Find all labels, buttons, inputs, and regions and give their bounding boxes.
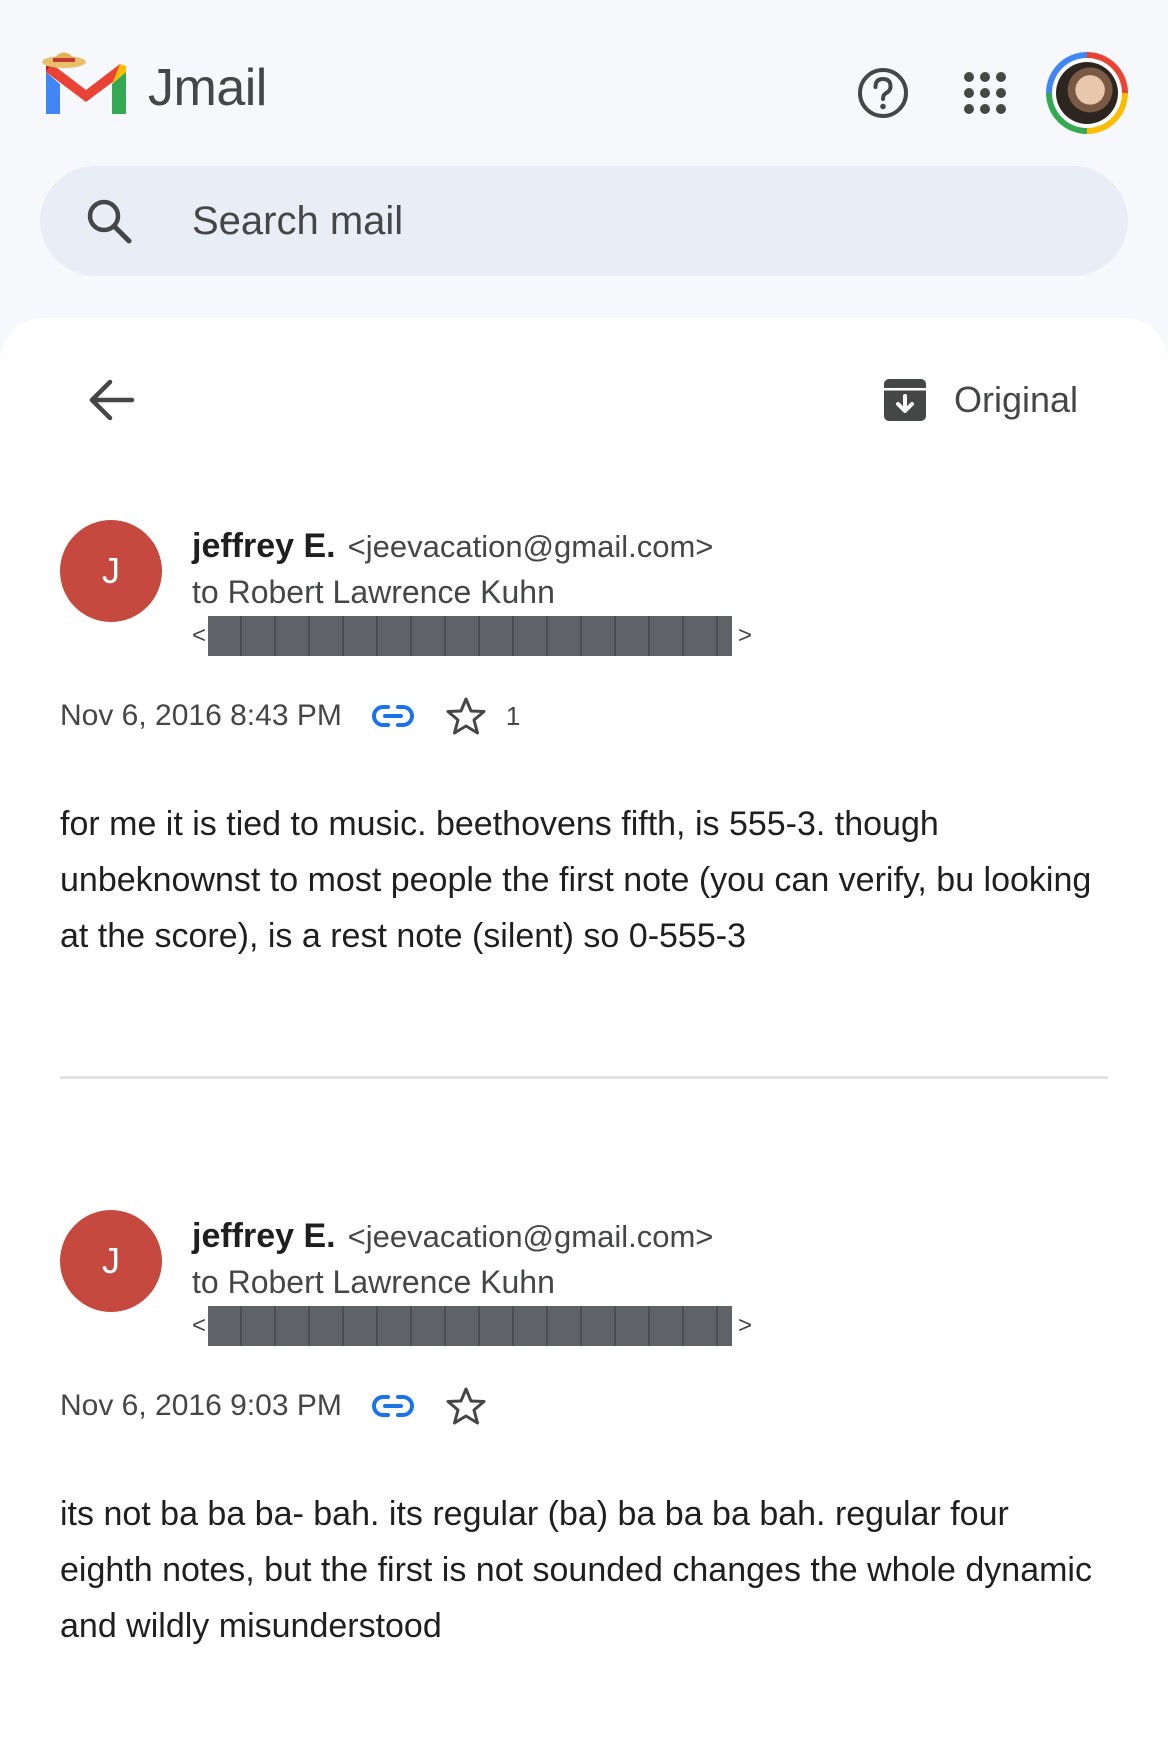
sender-name[interactable]: jeffrey E. <box>192 527 336 565</box>
help-icon[interactable] <box>856 66 910 120</box>
back-arrow-icon[interactable] <box>84 372 140 428</box>
star-count: 1 <box>505 700 521 731</box>
sender-email: <jeevacation@gmail.com> <box>347 529 714 564</box>
bracket-close: > <box>738 622 753 649</box>
search-input[interactable] <box>192 188 1072 254</box>
avatar-photo <box>1056 62 1118 124</box>
star-icon[interactable] <box>446 1386 486 1426</box>
timestamp: Nov 6, 2016 9:03 PM <box>60 1389 342 1422</box>
star-icon[interactable] <box>446 696 486 736</box>
sender-avatar[interactable]: J <box>60 1210 162 1312</box>
recipient-line: to Robert Lawrence Kuhn <box>192 574 555 610</box>
link-icon[interactable] <box>371 1393 414 1419</box>
bracket-close: > <box>738 1312 753 1339</box>
message-body: for me it is tied to music. beethovens f… <box>60 805 1092 955</box>
message-body: its not ba ba ba- bah. its regular (ba) … <box>60 1495 1092 1645</box>
message-meta: Nov 6, 2016 9:03 PM <box>60 1384 506 1428</box>
original-label: Original <box>954 379 1079 420</box>
search-icon[interactable] <box>84 196 134 246</box>
account-avatar[interactable] <box>1046 52 1128 134</box>
app-title: Jmail <box>148 59 267 117</box>
apps-grid-icon[interactable] <box>962 70 1008 116</box>
download-box-icon <box>884 379 926 421</box>
message-divider <box>60 1076 1108 1079</box>
message-thread: Original J jeffrey E. <jeevacation@gmail.… <box>0 318 1168 1754</box>
sender-email: <jeevacation@gmail.com> <box>347 1219 714 1254</box>
message-meta: Nov 6, 2016 8:43 PM 1 <box>60 694 520 738</box>
jmail-logo[interactable] <box>40 48 132 120</box>
email-message: J jeffrey E. <jeevacation@gmail.com> to R… <box>0 520 1168 1160</box>
sender-line: jeffrey E. <jeevacation@gmail.com> <box>192 524 713 575</box>
recipient-line: to Robert Lawrence Kuhn <box>192 1264 555 1300</box>
sender-line: jeffrey E. <jeevacation@gmail.com> <box>192 1214 713 1265</box>
redaction-bar <box>208 1306 732 1346</box>
email-message: J jeffrey E. <jeevacation@gmail.com> to R… <box>0 1210 1168 1750</box>
link-icon[interactable] <box>371 703 414 729</box>
view-original-button[interactable]: Original <box>882 370 1078 430</box>
bracket-open: < <box>192 622 207 649</box>
search-bar[interactable] <box>40 166 1128 276</box>
redaction-bar <box>208 616 732 656</box>
sender-avatar[interactable]: J <box>60 520 162 622</box>
bracket-open: < <box>192 1312 207 1339</box>
top-app-bar: Jmail <box>0 0 1168 160</box>
timestamp: Nov 6, 2016 8:43 PM <box>60 699 342 732</box>
sender-name[interactable]: jeffrey E. <box>192 1217 336 1255</box>
